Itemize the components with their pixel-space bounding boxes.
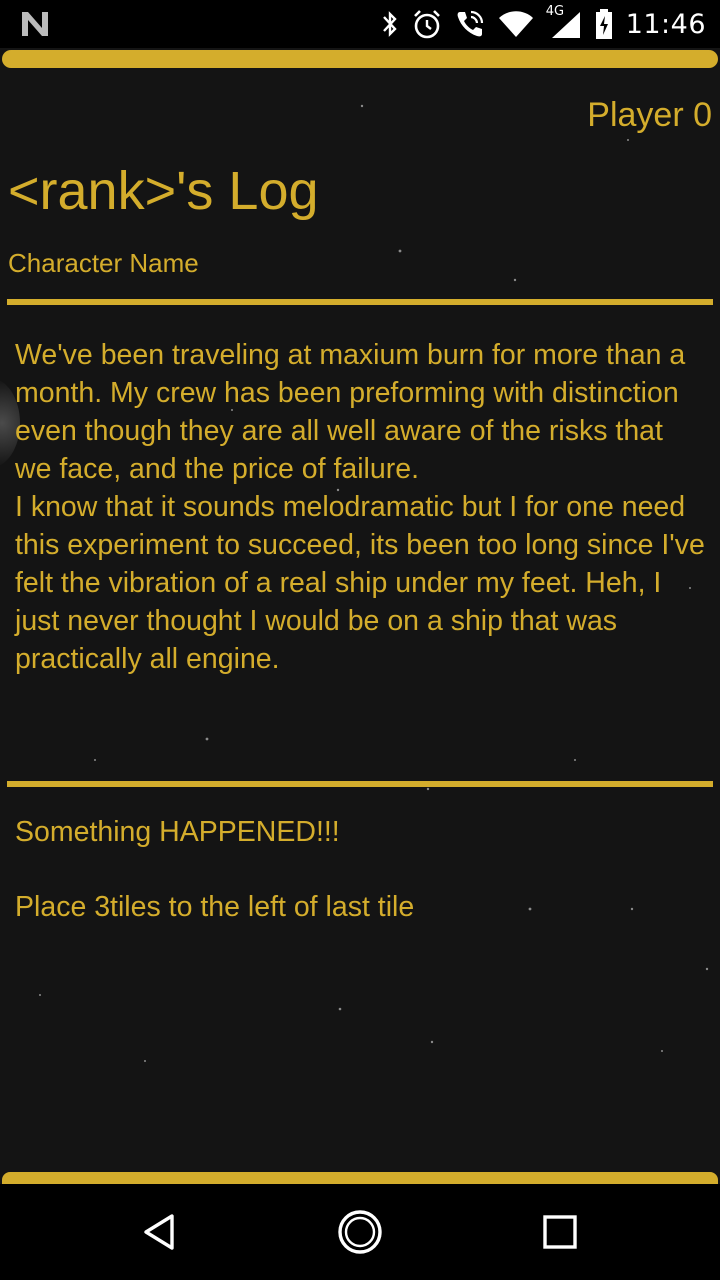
clock: 11:46: [625, 8, 706, 40]
back-icon: [144, 1214, 174, 1250]
player-label: Player 0: [587, 96, 712, 134]
status-icons: 4G 11:46: [380, 4, 706, 42]
wifi-icon: [498, 11, 533, 37]
divider-top: [7, 299, 713, 305]
home-button[interactable]: [332, 1204, 388, 1260]
navigation-bar: [0, 1184, 720, 1280]
log-paragraph: I know that it sounds melodramatic but I…: [15, 491, 705, 675]
screen: 4G 11:46 Player 0 <rank>'s Log Character…: [0, 0, 720, 1280]
recents-button[interactable]: [532, 1204, 588, 1260]
log-entry-text: We've been traveling at maxium burn for …: [15, 336, 705, 678]
event-instruction: Place 3tiles to the left of last tile: [15, 891, 415, 923]
back-button[interactable]: [132, 1204, 188, 1260]
home-icon: [338, 1210, 382, 1254]
character-name: Character Name: [8, 248, 199, 278]
status-bar: 4G 11:46: [0, 0, 720, 48]
alarm-icon: [413, 10, 440, 39]
bottom-accent-bar: [2, 1172, 718, 1184]
log-title: <rank>'s Log: [8, 161, 319, 221]
battery-charging-icon: [595, 9, 612, 39]
cell-signal: 4G: [546, 4, 582, 40]
recents-icon: [543, 1215, 577, 1249]
log-paragraph: We've been traveling at maxium burn for …: [15, 339, 686, 485]
top-accent-bar: [2, 50, 718, 68]
cell-signal-icon: [551, 12, 580, 38]
n-logo-icon: [22, 12, 48, 36]
log-screen: Player 0 <rank>'s Log Character Name We'…: [0, 48, 720, 1184]
event-title: Something HAPPENED!!!: [15, 816, 340, 848]
bluetooth-icon: [382, 11, 397, 37]
wifi-call-icon: [457, 10, 483, 37]
divider-bottom: [7, 781, 713, 787]
